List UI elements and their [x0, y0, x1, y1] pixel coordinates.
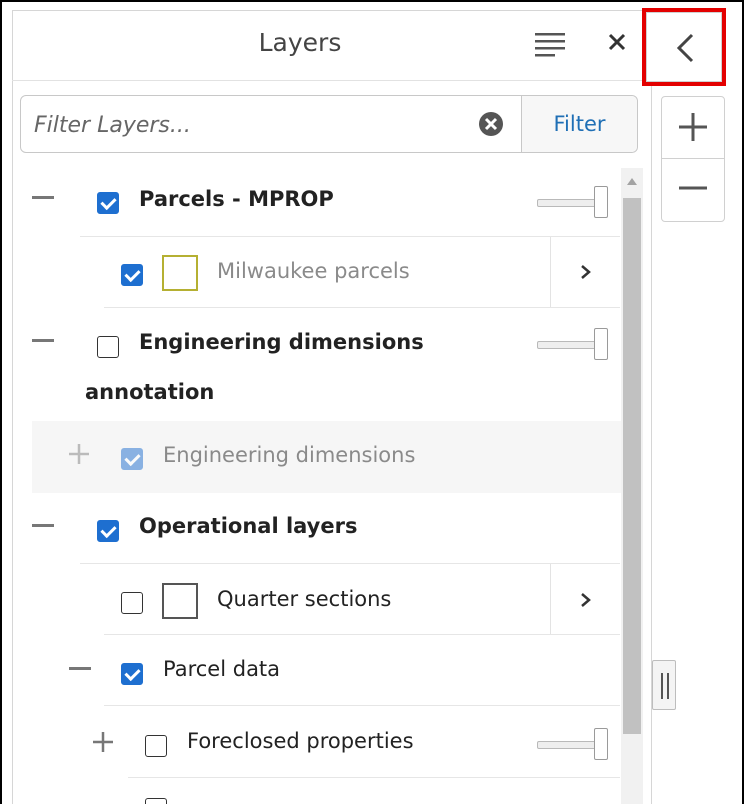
row-divider [128, 777, 620, 778]
opacity-slider-track[interactable] [537, 341, 599, 349]
chevron-right-icon[interactable] [579, 592, 593, 608]
row-separator [550, 237, 551, 307]
layer-label-parcels-mprop: Parcels - MPROP [139, 187, 334, 211]
layer-label-quarter-sections: Quarter sections [217, 587, 392, 611]
checkbox-engineering-group[interactable] [97, 336, 119, 358]
collapse-icon[interactable] [32, 196, 54, 199]
row-divider [80, 563, 620, 564]
layer-label-operational-layers: Operational layers [139, 514, 358, 538]
collapse-icon[interactable] [32, 524, 54, 527]
close-icon[interactable] [606, 31, 628, 53]
highlight-box [642, 8, 726, 86]
legend-swatch [162, 255, 198, 291]
row-divider [104, 634, 620, 635]
opacity-slider-track[interactable] [537, 199, 599, 207]
layer-label-milwaukee-parcels: Milwaukee parcels [217, 259, 410, 283]
row-separator [550, 564, 551, 634]
chevron-right-icon[interactable] [579, 264, 593, 280]
zoom-in-button[interactable] [661, 96, 725, 158]
opacity-slider-track[interactable] [537, 741, 599, 749]
checkbox-operational-layers[interactable] [97, 520, 119, 542]
legend-swatch [162, 583, 198, 619]
checkbox-engineering-dimensions[interactable] [121, 448, 143, 470]
zoom-out-button[interactable] [661, 159, 725, 221]
row-divider [104, 705, 620, 706]
panel-resize-handle[interactable] [652, 660, 676, 710]
expand-icon[interactable] [68, 443, 90, 465]
checkbox-parcel-data[interactable] [121, 663, 143, 685]
opacity-slider-thumb[interactable] [594, 728, 608, 760]
collapse-icon[interactable] [32, 339, 54, 342]
filter-button[interactable]: Filter [521, 96, 637, 152]
clear-circle-icon[interactable] [477, 110, 505, 138]
layer-label-foreclosed-properties: Foreclosed properties [187, 729, 414, 753]
scrollbar-thumb[interactable] [623, 198, 641, 734]
row-divider [80, 236, 620, 237]
expand-icon[interactable] [92, 731, 114, 753]
layer-label-parcel-data: Parcel data [163, 657, 281, 681]
filter-input[interactable] [32, 107, 462, 143]
layer-label-engineering-dimensions: Engineering dimensions [163, 443, 416, 467]
list-icon[interactable] [535, 33, 567, 57]
scroll-up-arrow-icon[interactable] [625, 174, 639, 188]
opacity-slider-thumb[interactable] [594, 328, 608, 360]
panel-title: Layers [258, 28, 342, 57]
collapse-icon[interactable] [69, 667, 91, 670]
layer-label-engineering-group: Engineering dimensions [139, 330, 424, 354]
layer-label-engineering-group-cont: annotation [85, 380, 215, 404]
checkbox-foreclosed-properties[interactable] [145, 735, 167, 757]
opacity-slider-thumb[interactable] [594, 186, 608, 218]
checkbox-milwaukee-parcels[interactable] [121, 264, 143, 286]
checkbox-parcels-mprop[interactable] [97, 192, 119, 214]
checkbox-next-row[interactable] [145, 798, 167, 804]
row-divider [104, 307, 620, 308]
checkbox-quarter-sections[interactable] [121, 592, 143, 614]
